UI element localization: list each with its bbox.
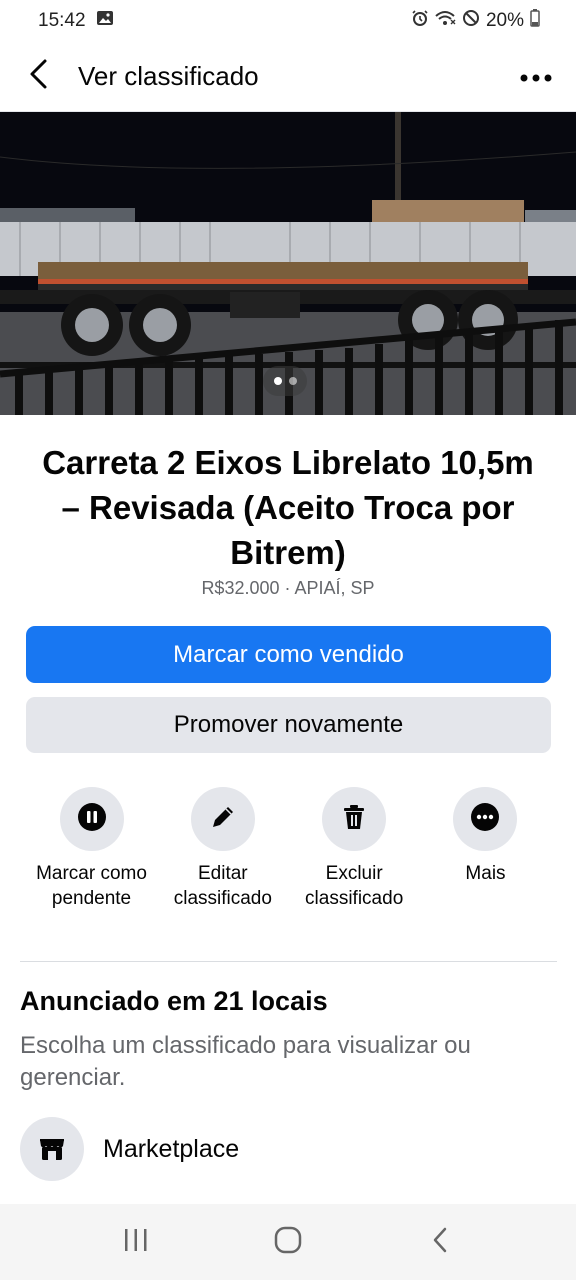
location-item-marketplace[interactable]: Marketplace <box>20 1117 556 1181</box>
locations-description: Escolha um classificado para visualizar … <box>20 1032 471 1091</box>
system-back-button[interactable] <box>410 1212 470 1272</box>
delete-listing-label: Excluir classificado <box>305 863 404 909</box>
pagination-dot-active <box>273 377 282 385</box>
recent-apps-icon <box>123 1228 149 1257</box>
section-divider <box>20 961 557 962</box>
status-left: 15:42 <box>38 10 114 32</box>
more-action[interactable]: Mais <box>420 787 551 911</box>
listing-title: Carreta 2 Eixos Librelato 10,5m – Revisa… <box>42 444 534 571</box>
mark-pending-label: Marcar como pendente <box>36 863 147 909</box>
gallery-icon <box>96 10 114 32</box>
edit-listing-button[interactable] <box>190 787 255 851</box>
edit-listing-action[interactable]: Editar classificado <box>157 787 288 911</box>
delete-listing-action[interactable]: Excluir classificado <box>289 787 420 911</box>
listing-photo[interactable] <box>0 112 576 415</box>
pause-icon <box>77 802 107 837</box>
battery-icon <box>530 9 540 33</box>
marketplace-store-icon <box>20 1117 84 1181</box>
photo-pagination <box>263 366 307 396</box>
home-button[interactable] <box>258 1212 318 1272</box>
pagination-dot <box>288 377 297 385</box>
alarm-icon <box>412 9 428 33</box>
back-button[interactable] <box>8 42 68 112</box>
pencil-icon <box>208 802 238 837</box>
action-row: Marcar como pendente Editar classificado… <box>26 787 551 911</box>
listing-price-location: R$32.000 · APIAÍ, SP <box>201 578 375 598</box>
location-item-label: Marketplace <box>103 1134 240 1163</box>
app-header: Ver classificado <box>0 42 576 112</box>
more-horizontal-icon <box>520 69 552 87</box>
promote-again-button[interactable]: Promover novamente <box>26 697 551 753</box>
wifi-icon <box>434 9 456 33</box>
delete-listing-button[interactable] <box>322 787 387 851</box>
edit-listing-label: Editar classificado <box>173 863 272 909</box>
locations-title: Anunciado em 21 locais <box>20 986 328 1016</box>
back-icon <box>431 1226 449 1259</box>
mark-pending-button[interactable] <box>59 787 124 851</box>
mark-pending-action[interactable]: Marcar como pendente <box>26 787 157 911</box>
home-icon <box>274 1226 302 1259</box>
trash-icon <box>339 802 369 837</box>
more-options-button[interactable] <box>518 60 554 96</box>
header-title: Ver classificado <box>78 61 259 91</box>
status-bar: 15:42 20% <box>0 0 576 42</box>
do-not-disturb-icon <box>462 9 480 33</box>
more-button[interactable] <box>453 787 518 851</box>
recent-apps-button[interactable] <box>106 1212 166 1272</box>
system-nav-bar <box>0 1204 576 1280</box>
mark-sold-button[interactable]: Marcar como vendido <box>26 626 551 683</box>
status-right: 20% <box>412 9 540 33</box>
battery-text: 20% <box>485 10 524 31</box>
more-horizontal-icon <box>470 802 500 837</box>
more-label: Mais <box>465 863 506 884</box>
status-time: 15:42 <box>38 10 86 31</box>
back-arrow-icon <box>27 58 49 95</box>
